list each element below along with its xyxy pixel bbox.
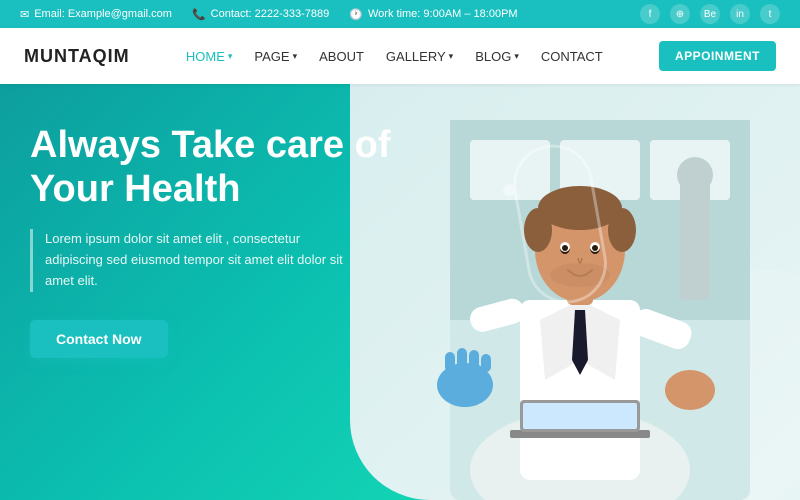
nav-item-gallery[interactable]: GALLERY ▾ [378,45,461,68]
topbar: ✉ Email: Example@gmail.com 📞 Contact: 22… [0,0,800,28]
phone-info: 📞 Contact: 2222-333-7889 [192,8,329,21]
social-links: f ⊕ Be in t [640,4,780,24]
nav-link-home[interactable]: HOME ▾ [178,45,241,68]
nav-link-gallery[interactable]: GALLERY ▾ [378,45,461,68]
email-info: ✉ Email: Example@gmail.com [20,8,172,21]
nav-item-page[interactable]: PAGE ▾ [246,45,305,68]
hero-content: Always Take care of Your Health Lorem ip… [30,124,410,358]
twitter-icon[interactable]: t [760,4,780,24]
email-text: Email: Example@gmail.com [34,8,172,20]
clock-icon: 🕐 [349,8,363,21]
chevron-down-icon: ▾ [293,51,298,62]
nav-link-about[interactable]: ABOUT [311,45,372,68]
facebook-icon[interactable]: f [640,4,660,24]
phone-text: Contact: 2222-333-7889 [211,8,330,20]
decorative-dot [503,184,515,196]
nav-item-blog[interactable]: BLOG ▾ [467,45,527,68]
globe-icon[interactable]: ⊕ [670,4,690,24]
worktime-text: Work time: 9:00AM – 18:00PM [368,8,518,20]
linkedin-icon[interactable]: in [730,4,750,24]
chevron-down-icon: ▾ [449,51,454,62]
nav-link-blog[interactable]: BLOG ▾ [467,45,527,68]
appointment-button[interactable]: APPOINMENT [659,41,776,71]
chevron-down-icon: ▾ [228,51,233,62]
topbar-left: ✉ Email: Example@gmail.com 📞 Contact: 22… [20,8,518,21]
nav-item-contact[interactable]: CONTACT [533,45,611,68]
email-icon: ✉ [20,8,29,21]
nav-item-home[interactable]: HOME ▾ [178,45,241,68]
nav-link-page[interactable]: PAGE ▾ [246,45,305,68]
behance-icon[interactable]: Be [700,4,720,24]
navbar: MUNTAQIM HOME ▾ PAGE ▾ ABOUT GALLERY ▾ [0,28,800,84]
phone-icon: 📞 [192,8,206,21]
hero-description: Lorem ipsum dolor sit amet elit , consec… [30,229,350,291]
hero-title: Always Take care of Your Health [30,124,410,211]
hero-section: Always Take care of Your Health Lorem ip… [0,84,800,500]
nav-links: HOME ▾ PAGE ▾ ABOUT GALLERY ▾ BLOG ▾ [178,45,611,68]
contact-now-button[interactable]: Contact Now [30,320,168,358]
logo: MUNTAQIM [24,46,130,67]
nav-item-about[interactable]: ABOUT [311,45,372,68]
worktime-info: 🕐 Work time: 9:00AM – 18:00PM [349,8,517,21]
chevron-down-icon: ▾ [514,51,519,62]
nav-link-contact[interactable]: CONTACT [533,45,611,68]
